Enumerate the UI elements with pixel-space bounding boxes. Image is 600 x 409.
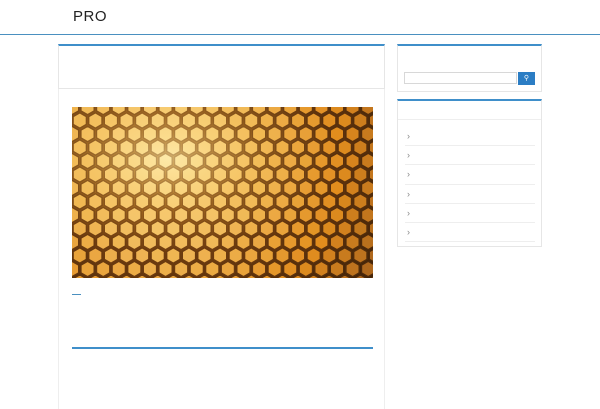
search-widget: ⚲ (397, 44, 542, 92)
list-item[interactable]: › (405, 185, 535, 204)
chevron-right-icon: › (407, 131, 410, 141)
list-item[interactable]: › (405, 204, 535, 223)
list-item[interactable]: › (405, 223, 535, 243)
page-header-box (58, 44, 385, 89)
search-input[interactable] (404, 72, 517, 84)
list-item[interactable]: › (405, 127, 535, 147)
list-item[interactable]: › (405, 165, 535, 185)
chevron-right-icon: › (407, 169, 410, 180)
featured-image[interactable] (72, 107, 373, 278)
search-button[interactable]: ⚲ (518, 72, 535, 85)
site-title[interactable]: PRO (73, 8, 107, 25)
links-widget: › › › › › › (397, 99, 542, 247)
chevron-right-icon: › (407, 150, 410, 161)
chevron-right-icon: › (407, 226, 410, 237)
link-list: › › › › › › (405, 127, 535, 243)
search-icon: ⚲ (523, 75, 530, 82)
article (58, 89, 385, 409)
honeycomb-photo (72, 107, 373, 278)
content-divider (72, 347, 373, 349)
chevron-right-icon: › (407, 207, 410, 218)
read-more-link[interactable] (72, 294, 81, 295)
site-header: PRO (0, 0, 600, 35)
list-item[interactable]: › (405, 146, 535, 166)
widget-title-divider (398, 119, 541, 120)
main-content (58, 44, 385, 409)
chevron-right-icon: › (407, 188, 410, 199)
